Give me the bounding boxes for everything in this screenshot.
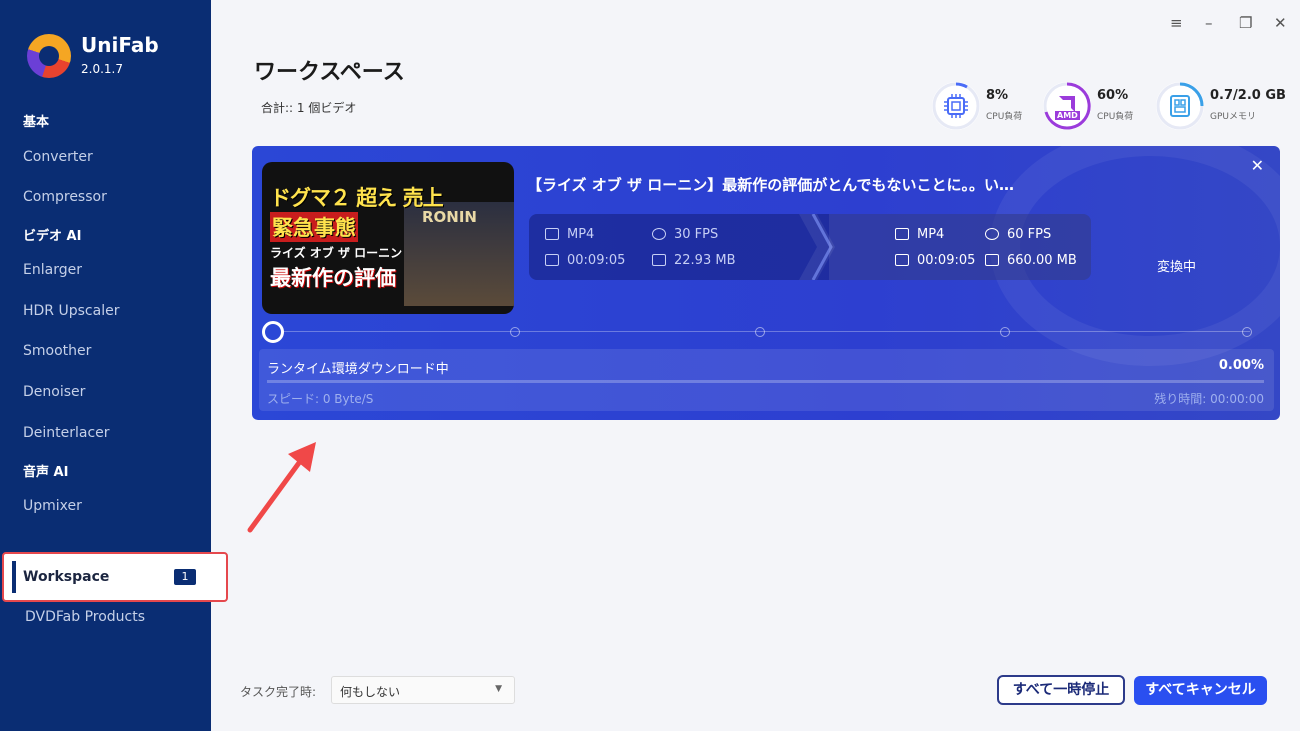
speed-text: スピード: 0 Byte/S <box>267 392 374 406</box>
stage-timeline <box>262 321 1252 343</box>
annotation-arrow-icon <box>247 442 316 533</box>
task-status: 変換中 <box>1157 260 1197 275</box>
fps-icon <box>985 228 999 240</box>
source-format: MP4 <box>545 227 594 242</box>
video-thumbnail: ドグマ２ 超え 売上 緊急事態 RONIN ライズ オブ ザ ローニン 最新作の… <box>262 162 514 314</box>
sidebar-item-denoiser[interactable]: Denoiser <box>23 384 85 400</box>
unifab-logo-icon <box>27 34 71 78</box>
minimize-icon[interactable]: – <box>1205 14 1213 32</box>
stage-marker <box>755 327 765 337</box>
nav-section-video-ai: ビデオ AI <box>23 229 82 244</box>
amd-label: CPU負荷 <box>1097 112 1134 122</box>
task-card: ドグマ２ 超え 売上 緊急事態 RONIN ライズ オブ ザ ローニン 最新作の… <box>252 146 1280 420</box>
on-complete-value: 何もしない <box>340 685 401 699</box>
sidebar-item-smoother[interactable]: Smoother <box>23 343 91 359</box>
stage-marker <box>1000 327 1010 337</box>
nav-section-audio-ai: 音声 AI <box>23 465 69 480</box>
stage-marker <box>510 327 520 337</box>
thumbnail-text-2: 緊急事態 <box>270 212 358 242</box>
progress-message: ランタイム環境ダウンロード中 <box>267 362 449 377</box>
thumbnail-text-4: 最新作の評価 <box>270 266 396 290</box>
sidebar: UniFab 2.0.1.7 基本 Converter Compressor ビ… <box>0 0 228 731</box>
cpu-label: CPU負荷 <box>986 112 1023 122</box>
gpu-memory-label: GPUメモリ <box>1210 112 1256 122</box>
clock-icon <box>895 254 909 266</box>
chevron-down-icon: ▼ <box>495 684 502 694</box>
workspace-label: Workspace <box>23 569 110 585</box>
folder-icon <box>652 254 666 266</box>
spec-panel: MP4 30 FPS 00:09:05 22.93 MB MP4 60 FPS … <box>529 214 1091 280</box>
progress-percent: 0.00% <box>1218 358 1264 373</box>
sidebar-item-enlarger[interactable]: Enlarger <box>23 262 82 278</box>
fps-icon <box>652 228 666 240</box>
clock-icon <box>545 254 559 266</box>
maximize-icon[interactable]: ❐ <box>1239 14 1252 32</box>
sidebar-item-dvdfab-products[interactable]: DVDFab Products <box>25 609 145 625</box>
gpu-memory-icon <box>1156 82 1204 130</box>
video-icon <box>895 228 909 240</box>
page-title: ワークスペース <box>254 60 405 85</box>
gpu-memory-value: 0.7/2.0 GB <box>1210 88 1286 103</box>
total-videos: 合計:: 1 個ビデオ <box>261 101 357 115</box>
menu-icon[interactable]: ≡ <box>1170 14 1183 32</box>
sidebar-item-compressor[interactable]: Compressor <box>23 189 107 205</box>
nav-section-basic: 基本 <box>23 115 50 130</box>
app-name: UniFab <box>81 33 159 57</box>
sidebar-item-upmixer[interactable]: Upmixer <box>23 498 82 514</box>
amd-chip-text: AMD <box>1055 111 1080 120</box>
amd-icon: AMD <box>1043 82 1091 130</box>
sidebar-item-converter[interactable]: Converter <box>23 149 93 165</box>
sidebar-item-workspace[interactable]: Workspace 1 <box>2 552 228 602</box>
on-complete-label: タスク完了時: <box>240 685 317 699</box>
stage-current-marker <box>262 321 284 343</box>
cancel-all-button[interactable]: すべてキャンセル <box>1134 676 1267 705</box>
thumbnail-logo: RONIN <box>422 208 477 226</box>
app-version: 2.0.1.7 <box>81 62 123 76</box>
thumbnail-text-3: ライズ オブ ザ ローニン <box>270 246 403 260</box>
sidebar-item-hdr-upscaler[interactable]: HDR Upscaler <box>23 303 119 319</box>
progress-panel: ランタイム環境ダウンロード中 0.00% スピード: 0 Byte/S 残り時間… <box>259 349 1274 411</box>
cpu-icon <box>932 82 980 130</box>
close-task-icon[interactable]: ✕ <box>1251 156 1264 175</box>
cpu-value: 8% <box>986 88 1009 103</box>
video-icon <box>545 228 559 240</box>
source-size: 22.93 MB <box>652 253 735 268</box>
task-title: 【ライズ オブ ザ ローニン】最新作の評価がとんでもないことに。。い… <box>527 176 1014 194</box>
target-fps: 60 FPS <box>985 227 1051 242</box>
target-format: MP4 <box>895 227 944 242</box>
stage-marker <box>1242 327 1252 337</box>
active-indicator <box>12 561 16 593</box>
workspace-count-badge: 1 <box>174 569 196 585</box>
target-size: 660.00 MB <box>985 253 1077 268</box>
pause-all-button[interactable]: すべて一時停止 <box>997 675 1125 705</box>
close-window-icon[interactable]: ✕ <box>1274 14 1287 32</box>
progress-bar <box>267 380 1264 383</box>
thumbnail-text-1: ドグマ２ 超え 売上 <box>270 186 444 210</box>
sidebar-item-deinterlacer[interactable]: Deinterlacer <box>23 425 110 441</box>
source-fps: 30 FPS <box>652 227 718 242</box>
folder-icon <box>985 254 999 266</box>
target-duration: 00:09:05 <box>895 253 975 268</box>
on-complete-select[interactable]: 何もしない ▼ <box>331 676 515 704</box>
source-duration: 00:09:05 <box>545 253 625 268</box>
remaining-time: 残り時間: 00:00:00 <box>1154 392 1264 406</box>
target-spec-bg <box>829 214 1091 280</box>
amd-value: 60% <box>1097 88 1129 103</box>
